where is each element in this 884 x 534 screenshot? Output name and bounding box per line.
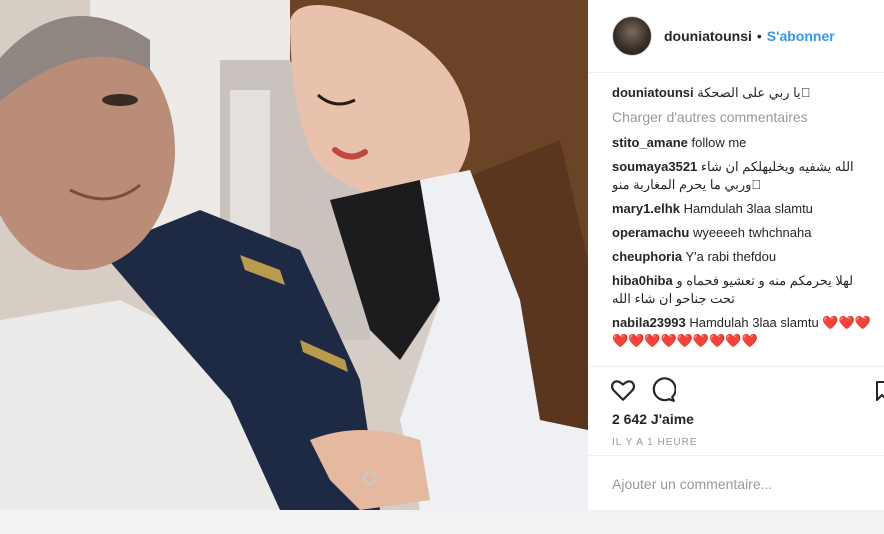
instagram-post: douniatounsi • S'abonner douniatounsi يا… [0,0,884,510]
likes-count[interactable]: 2 642 J'aime [612,411,694,427]
comment-item: hiba0hiba لهلا يحرمكم منه و تعشيو فحماه … [612,272,878,308]
header-separator: • [756,28,762,44]
post-sidebar: douniatounsi • S'abonner douniatounsi يا… [588,0,884,510]
header-username[interactable]: douniatounsi [664,28,752,44]
post-header: douniatounsi • S'abonner [588,0,884,73]
action-bar: 2 642 J'aime IL Y A 1 HEURE Ajouter un c… [588,366,884,511]
load-more-comments-button[interactable]: Charger d'autres commentaires [612,109,878,125]
heart-icon[interactable] [610,377,636,403]
follow-button[interactable]: S'abonner [767,28,835,44]
comment-username[interactable]: cheuphoria [612,249,682,264]
comment-username[interactable]: nabila23993 [612,315,686,330]
comment-text: Hamdulah 3laa slamtu [683,201,813,216]
comment-item: mary1.elhk Hamdulah 3laa slamtu [612,200,878,218]
caption-username[interactable]: douniatounsi [612,85,694,100]
caption: douniatounsi يا ربي على الصحكة 🏻 [612,84,878,102]
comment-item: soumaya3521 الله يشفيه ويخليهلكم ان شاء … [612,158,878,194]
post-photo[interactable] [0,0,588,510]
comment-item: operamachu wyeeeeh twhchnaha [612,224,878,242]
comments-list[interactable]: douniatounsi يا ربي على الصحكة 🏻 Charger… [612,84,878,366]
bookmark-icon[interactable] [876,381,884,401]
comment-icon[interactable] [650,377,676,403]
comment-item: cheuphoria Y'a rabi thefdou [612,248,878,266]
comment-username[interactable]: hiba0hiba [612,273,673,288]
post-timestamp[interactable]: IL Y A 1 HEURE [612,437,698,448]
avatar[interactable] [612,16,652,56]
comment-item: nabila23993 Hamdulah 3laa slamtu ❤️❤️❤️❤… [612,314,878,350]
add-comment-placeholder: Ajouter un commentaire... [612,476,773,492]
comment-username[interactable]: soumaya3521 [612,159,697,174]
comment-text: follow me [691,135,747,150]
comment-username[interactable]: mary1.elhk [612,201,680,216]
add-comment-field[interactable]: Ajouter un commentaire... [588,455,884,512]
comment-username[interactable]: operamachu [612,225,689,240]
comment-item: stito_amane follow me [612,134,878,152]
comment-text: wyeeeeh twhchnaha [692,225,812,240]
photo-illustration [0,0,588,510]
comment-text: Y'a rabi thefdou [685,249,777,264]
caption-text: يا ربي على الصحكة 🏻 [697,85,815,100]
comment-username[interactable]: stito_amane [612,135,688,150]
